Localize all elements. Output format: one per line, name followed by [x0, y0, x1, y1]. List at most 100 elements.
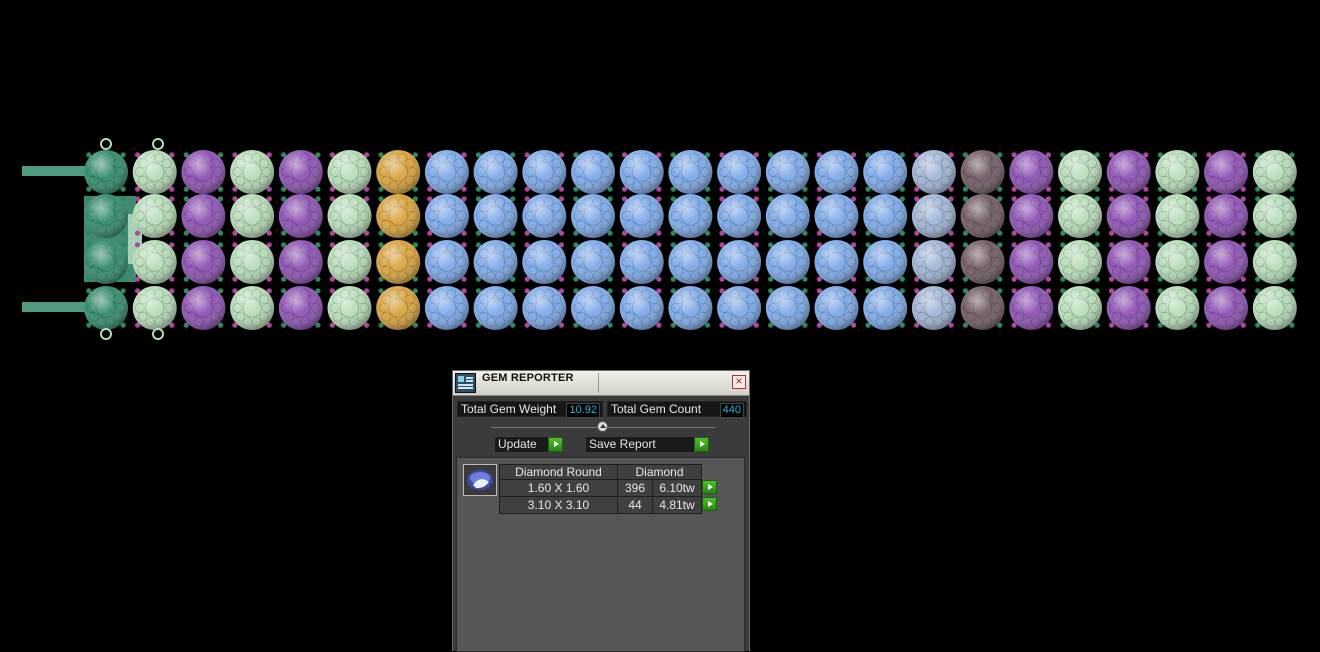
diamond-round-thumbnail[interactable] [463, 464, 497, 496]
gem-setting [765, 194, 810, 238]
panel-slider-knob[interactable] [597, 421, 608, 432]
table-row[interactable]: 3.10 X 3.10 44 4.81tw [499, 496, 718, 514]
gem-setting [960, 240, 1005, 284]
gem-shading [911, 194, 956, 238]
update-go-icon[interactable] [548, 437, 563, 452]
gem-shading [814, 240, 859, 284]
gem-shading [132, 150, 177, 194]
gem-shading [571, 240, 615, 284]
gem-setting [84, 240, 128, 284]
gem-setting [1009, 286, 1054, 330]
gem-setting [668, 240, 713, 284]
gem-shading [522, 194, 567, 238]
gem-setting [1106, 286, 1151, 330]
gem-setting [668, 150, 713, 194]
gem-setting [376, 150, 421, 194]
gem-shading [1058, 286, 1102, 330]
gem-shading [181, 286, 226, 330]
clasp-loop [100, 328, 112, 340]
gem-shading [327, 286, 372, 330]
gem-setting [132, 240, 177, 284]
gem-setting [1155, 240, 1200, 284]
gem-setting [230, 240, 275, 284]
gem-shading [717, 240, 762, 284]
gem-shading [1155, 150, 1200, 194]
bracelet-model[interactable] [0, 0, 1320, 360]
gem-setting [181, 150, 226, 194]
gem-shading [1252, 240, 1297, 284]
gem-shading [619, 194, 664, 238]
gem-setting [1155, 194, 1200, 238]
gem-grid [84, 138, 1297, 340]
gem-shading [181, 150, 226, 194]
gem-setting [473, 150, 518, 194]
gem-shading [668, 150, 713, 194]
gem-shading [522, 150, 567, 194]
gem-list: Diamond Round Diamond 1.60 X 1.60 396 6.… [456, 457, 745, 652]
gem-setting [814, 150, 859, 194]
total-gem-count-field: Total Gem Count 440 [607, 401, 747, 418]
gem-setting [619, 286, 664, 330]
gem-weight: 4.81tw [652, 496, 702, 514]
panel-title: GEM REPORTER [482, 372, 574, 384]
row-go-icon[interactable] [702, 496, 718, 511]
gem-shading [1106, 240, 1151, 284]
update-button-label: Update [498, 437, 537, 451]
gem-shading [376, 150, 421, 194]
gem-setting [1058, 194, 1102, 238]
table-row[interactable]: 1.60 X 1.60 396 6.10tw [499, 479, 718, 497]
gem-shading [181, 194, 226, 238]
gem-shading [84, 240, 128, 284]
gem-setting [278, 286, 323, 330]
gem-shading [230, 286, 275, 330]
gem-shading [765, 194, 810, 238]
gem-shading [278, 240, 323, 284]
gem-shading [1106, 286, 1151, 330]
gem-setting [863, 194, 908, 238]
save-report-go-icon[interactable] [694, 437, 709, 452]
gem-shading [960, 150, 1005, 194]
save-report-button-label: Save Report [589, 437, 656, 451]
gem-shading [132, 286, 177, 330]
clasp-loop [152, 328, 164, 340]
gem-shading [1252, 194, 1297, 238]
gem-shading [911, 240, 956, 284]
total-gem-weight-field: Total Gem Weight 10.92 [457, 401, 603, 418]
gem-shading [473, 194, 518, 238]
gem-setting [911, 194, 956, 238]
gem-shading [1204, 150, 1249, 194]
gem-setting [1155, 286, 1200, 330]
gem-shading [911, 150, 956, 194]
total-gem-count-label: Total Gem Count [611, 402, 702, 416]
gem-shading [1204, 194, 1249, 238]
gem-setting [571, 286, 615, 330]
gem-setting [960, 194, 1005, 238]
gem-setting [181, 194, 226, 238]
gem-setting [571, 150, 615, 194]
row-go-icon[interactable] [702, 479, 717, 494]
gem-setting [863, 150, 908, 194]
gem-setting [327, 150, 372, 194]
total-gem-weight-label: Total Gem Weight [461, 402, 557, 416]
gem-shading [1058, 194, 1102, 238]
gem-setting [717, 240, 762, 284]
gem-setting [424, 286, 469, 330]
title-divider [598, 373, 599, 393]
row-action-cell [702, 479, 718, 497]
gem-setting [668, 194, 713, 238]
gem-setting [814, 240, 859, 284]
gem-reporter-panel: GEM REPORTER × Total Gem Weight 10.92 To… [452, 370, 750, 652]
close-button[interactable]: × [732, 375, 746, 389]
gem-shading [1106, 150, 1151, 194]
model-viewport[interactable] [0, 0, 1320, 360]
gem-shading [1106, 194, 1151, 238]
gem-shading [473, 286, 518, 330]
gem-setting [1058, 240, 1102, 284]
total-gem-count-value: 440 [719, 403, 744, 418]
panel-titlebar[interactable]: GEM REPORTER × [453, 371, 749, 396]
gem-shading [717, 286, 762, 330]
update-button[interactable]: Update [495, 437, 563, 452]
gem-shading [230, 194, 275, 238]
gem-shading [571, 150, 615, 194]
save-report-button[interactable]: Save Report [586, 437, 709, 452]
